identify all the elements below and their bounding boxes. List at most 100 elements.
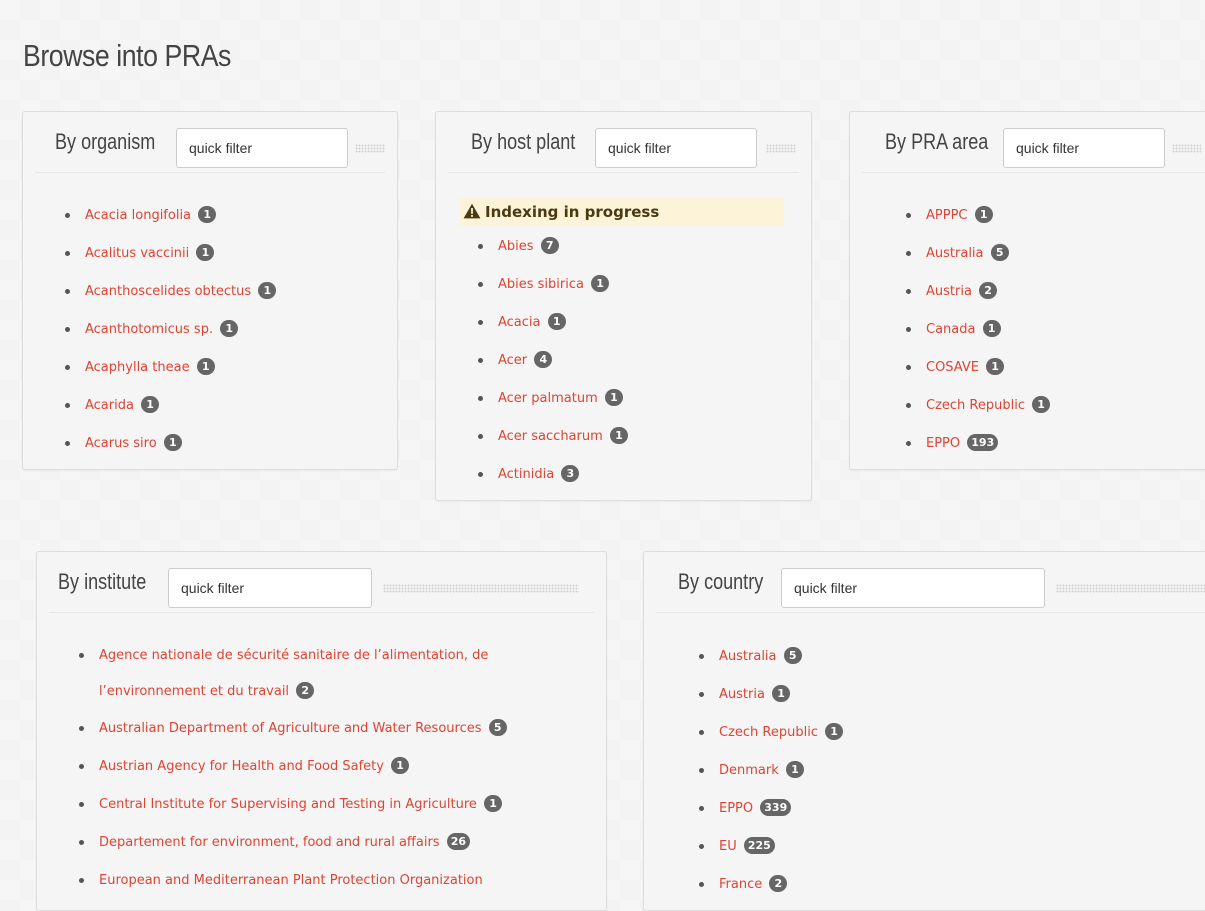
country-link[interactable]: EPPO bbox=[719, 801, 753, 816]
count-badge: 1 bbox=[220, 320, 239, 337]
pra-area-list-item: APPPC 1 bbox=[906, 197, 1205, 235]
country-list-item: Australia 5 bbox=[699, 638, 1205, 676]
pra-area-link[interactable]: COSAVE bbox=[926, 360, 979, 375]
count-badge: 1 bbox=[825, 723, 844, 740]
institute-link[interactable]: Australian Department of Agriculture and… bbox=[99, 721, 482, 736]
institute-list-item: Central Institute for Supervising and Te… bbox=[79, 786, 559, 824]
pra-area-list-item: Austria 2 bbox=[906, 273, 1205, 311]
country-list-item: EU 225 bbox=[699, 828, 1205, 866]
host-plant-list-item: Abies 7 bbox=[478, 228, 801, 266]
organism-quick-filter[interactable] bbox=[176, 128, 348, 168]
pra-area-list-item: Czech Republic 1 bbox=[906, 387, 1205, 425]
pra-area-list-item: COSAVE 1 bbox=[906, 349, 1205, 387]
count-badge: 5 bbox=[990, 244, 1009, 261]
host-plant-link[interactable]: Acer palmatum bbox=[498, 391, 598, 406]
organism-link[interactable]: Acacia longifolia bbox=[85, 208, 191, 223]
pra-area-drag-handle[interactable] bbox=[1172, 144, 1202, 153]
country-link[interactable]: Czech Republic bbox=[719, 725, 818, 740]
country-list-item: Denmark 1 bbox=[699, 752, 1205, 790]
host-plant-quick-filter[interactable] bbox=[595, 128, 757, 168]
host-plant-drag-handle[interactable] bbox=[766, 144, 796, 153]
count-badge: 1 bbox=[196, 358, 215, 375]
institute-link[interactable]: Agence nationale de sécurité sanitaire d… bbox=[99, 648, 488, 699]
count-badge: 1 bbox=[785, 761, 804, 778]
institute-list-item: Agence nationale de sécurité sanitaire d… bbox=[79, 638, 559, 710]
country-list-item: Austria 1 bbox=[699, 676, 1205, 714]
count-badge: 2 bbox=[769, 875, 788, 892]
count-badge: 1 bbox=[974, 206, 993, 223]
indexing-notice-text: Indexing in progress bbox=[485, 203, 660, 221]
institute-list-item: European and Mediterranean Plant Protect… bbox=[79, 862, 559, 900]
pra-area-link[interactable]: Austria bbox=[926, 284, 972, 299]
count-badge: 1 bbox=[196, 244, 215, 261]
country-link[interactable]: France bbox=[719, 877, 762, 892]
organism-link[interactable]: Acanthotomicus sp. bbox=[85, 322, 213, 337]
count-badge: 1 bbox=[391, 757, 410, 774]
institute-link[interactable]: European and Mediterranean Plant Protect… bbox=[99, 873, 483, 888]
count-badge: 26 bbox=[446, 833, 471, 850]
pra-area-link[interactable]: Canada bbox=[926, 322, 975, 337]
count-badge: 1 bbox=[163, 434, 182, 451]
country-quick-filter[interactable] bbox=[781, 568, 1045, 608]
organism-list-item: Acarida 1 bbox=[65, 387, 387, 425]
country-panel-header: By country bbox=[656, 552, 1205, 613]
host-plant-link[interactable]: Actinidia bbox=[498, 467, 554, 482]
count-badge: 5 bbox=[783, 647, 802, 664]
country-link[interactable]: Australia bbox=[719, 649, 777, 664]
country-link[interactable]: Denmark bbox=[719, 763, 779, 778]
count-badge: 1 bbox=[591, 275, 610, 292]
host-plant-link[interactable]: Acacia bbox=[498, 315, 541, 330]
host-plant-link[interactable]: Abies sibirica bbox=[498, 277, 584, 292]
institute-list-item: Austrian Agency for Health and Food Safe… bbox=[79, 748, 559, 786]
institute-list: Agence nationale de sécurité sanitaire d… bbox=[79, 638, 559, 900]
institute-list-item: Departement for environment, food and ru… bbox=[79, 824, 559, 862]
count-badge: 1 bbox=[772, 685, 791, 702]
organism-list-item: Acanthoscelides obtectus 1 bbox=[65, 273, 387, 311]
country-drag-handle[interactable] bbox=[1056, 584, 1205, 593]
count-badge: 1 bbox=[484, 795, 503, 812]
count-badge: 1 bbox=[982, 320, 1001, 337]
pra-area-panel-title: By PRA area bbox=[885, 129, 989, 154]
country-link[interactable]: EU bbox=[719, 839, 737, 854]
host-plant-list-item: Acer 4 bbox=[478, 342, 801, 380]
host-plant-link[interactable]: Acer saccharum bbox=[498, 429, 603, 444]
pra-area-panel-header: By PRA area bbox=[862, 112, 1205, 173]
organism-link[interactable]: Acanthoscelides obtectus bbox=[85, 284, 251, 299]
count-badge: 5 bbox=[488, 719, 507, 736]
organism-link[interactable]: Acarus siro bbox=[85, 436, 157, 451]
country-link[interactable]: Austria bbox=[719, 687, 765, 702]
count-badge: 1 bbox=[986, 358, 1005, 375]
institute-link[interactable]: Departement for environment, food and ru… bbox=[99, 835, 440, 850]
organism-panel-header: By organism bbox=[35, 112, 385, 173]
organism-link[interactable]: Acalitus vaccinii bbox=[85, 246, 189, 261]
institute-quick-filter[interactable] bbox=[168, 568, 372, 608]
organism-link[interactable]: Acaphylla theae bbox=[85, 360, 190, 375]
pra-area-quick-filter[interactable] bbox=[1003, 128, 1165, 168]
host-plant-list-item: Abies sibirica 1 bbox=[478, 266, 801, 304]
pra-area-link[interactable]: Australia bbox=[926, 246, 984, 261]
count-badge: 7 bbox=[540, 237, 559, 254]
organism-drag-handle[interactable] bbox=[355, 144, 385, 153]
host-plant-list-item: Acacia 1 bbox=[478, 304, 801, 342]
organism-panel-title: By organism bbox=[55, 129, 156, 154]
country-panel-title: By country bbox=[678, 569, 764, 594]
country-panel: By country Australia 5 Austria 1 Czech R… bbox=[643, 551, 1205, 911]
host-plant-link[interactable]: Abies bbox=[498, 239, 534, 254]
organism-list-item: Acacia longifolia 1 bbox=[65, 197, 387, 235]
organism-list-item: Acaphylla theae 1 bbox=[65, 349, 387, 387]
institute-drag-handle[interactable] bbox=[383, 584, 579, 593]
institute-link[interactable]: Austrian Agency for Health and Food Safe… bbox=[99, 759, 384, 774]
organism-list-item: Acalitus vaccinii 1 bbox=[65, 235, 387, 273]
pra-area-link[interactable]: APPPC bbox=[926, 208, 968, 223]
host-plant-link[interactable]: Acer bbox=[498, 353, 527, 368]
count-badge: 2 bbox=[979, 282, 998, 299]
institute-panel-title: By institute bbox=[58, 569, 147, 594]
pra-area-list-item: EPPO 193 bbox=[906, 425, 1205, 463]
institute-panel: By institute Agence nationale de sécurit… bbox=[36, 551, 607, 911]
organism-link[interactable]: Acarida bbox=[85, 398, 134, 413]
pra-area-link[interactable]: Czech Republic bbox=[926, 398, 1025, 413]
institute-link[interactable]: Central Institute for Supervising and Te… bbox=[99, 797, 477, 812]
pra-area-link[interactable]: EPPO bbox=[926, 436, 960, 451]
count-badge: 4 bbox=[534, 351, 553, 368]
count-badge: 1 bbox=[604, 389, 623, 406]
